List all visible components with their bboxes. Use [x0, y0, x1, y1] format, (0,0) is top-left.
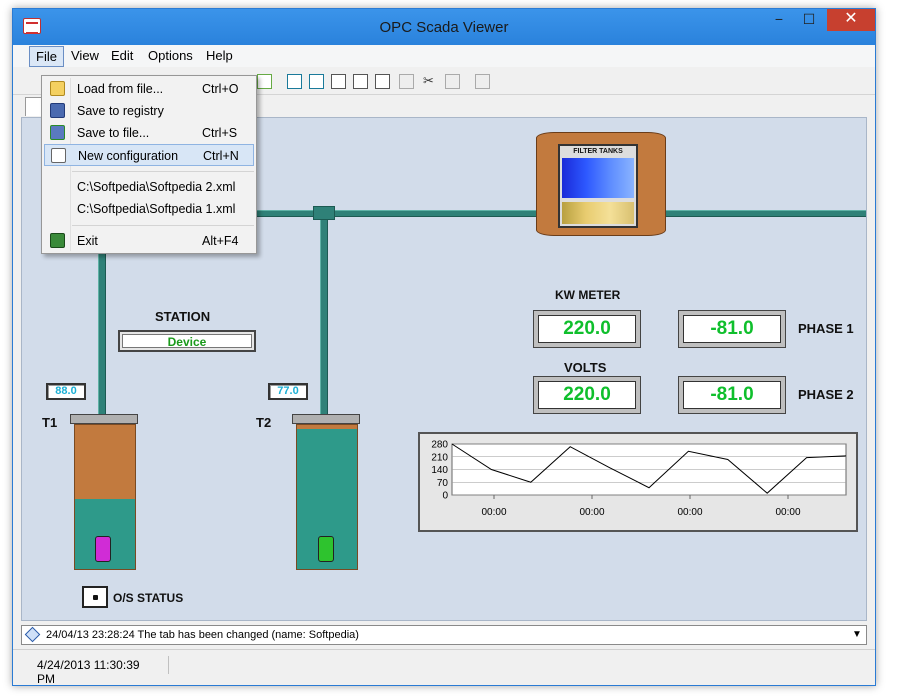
t2-pump-icon [318, 536, 334, 562]
close-button[interactable]: ✕ [827, 9, 875, 31]
chart-y-tick-label: 140 [431, 465, 448, 476]
kw-phase-value: -81.0 [683, 315, 781, 343]
info-diamond-icon [24, 626, 41, 643]
t2-label: T2 [256, 415, 272, 430]
chart-y-tick-label: 70 [437, 478, 449, 489]
station-display: Device [118, 330, 256, 352]
menu-item-save-to-registry[interactable]: Save to registry [44, 100, 254, 122]
edit-window-icon[interactable] [353, 74, 368, 89]
chart-x-tick-label: 00:00 [677, 507, 702, 518]
edit-pencil-icon[interactable] [257, 74, 272, 89]
phase2-label: PHASE 2 [798, 387, 854, 402]
volts-value: 220.0 [538, 381, 636, 409]
filter-tank-label: FILTER TANKS [573, 148, 623, 155]
t1-readout: 88.0 [46, 383, 86, 400]
cut-icon[interactable]: ✂ [423, 74, 438, 89]
pipe-junction [313, 206, 335, 220]
save-arrow-icon [50, 125, 65, 140]
trend-chart: 280 210 140 70 0 00:00 00:00 00:00 00:00 [418, 432, 858, 532]
volts-phase-display: -81.0 [678, 376, 786, 414]
os-status-label: O/S STATUS [113, 591, 184, 605]
minimize-button[interactable]: − [765, 9, 793, 31]
volts-phase-value: -81.0 [683, 381, 781, 409]
chevron-down-icon[interactable]: ▼ [850, 627, 864, 643]
maximize-button[interactable]: ☐ [795, 9, 823, 31]
menu-edit[interactable]: Edit [111, 48, 133, 63]
t2-readout: 77.0 [268, 383, 308, 400]
log-message: 24/04/13 23:28:24 The tab has been chang… [46, 629, 359, 641]
file-menu-dropdown: Load from file... Ctrl+O Save to registr… [41, 75, 257, 254]
chart-y-tick-label: 280 [431, 440, 448, 451]
floppy-disk-icon [50, 103, 65, 118]
kw-meter-label: KW METER [555, 288, 621, 302]
menu-separator [72, 225, 254, 226]
menu-item-load-from-file[interactable]: Load from file... Ctrl+O [44, 78, 254, 100]
event-log[interactable]: 24/04/13 23:28:24 The tab has been chang… [21, 625, 867, 645]
align-icon[interactable] [475, 74, 490, 89]
filter-tank-display: FILTER TANKS [558, 144, 638, 228]
copy-icon[interactable] [399, 74, 414, 89]
chart-x-tick-label: 00:00 [481, 507, 506, 518]
cascade-icon[interactable] [375, 74, 390, 89]
t1-pump-icon [95, 536, 111, 562]
main-pipe [254, 210, 536, 217]
kw-value: 220.0 [538, 315, 636, 343]
exit-door-icon [50, 233, 65, 248]
menu-item-exit[interactable]: Exit Alt+F4 [44, 230, 254, 252]
status-bar: 4/24/2013 11:30:39 PM [13, 649, 875, 685]
chart-x-tick-label: 00:00 [775, 507, 800, 518]
folder-open-icon [50, 81, 65, 96]
menu-item-save-to-file[interactable]: Save to file... Ctrl+S [44, 122, 254, 144]
app-window: OPC Scada Viewer − ☐ ✕ File View Edit Op… [12, 8, 876, 686]
station-label: STATION [155, 309, 211, 324]
menu-item-recent-1[interactable]: C:\Softpedia\Softpedia 2.xml [44, 176, 254, 198]
paste-icon[interactable] [445, 74, 460, 89]
filter-tank: FILTER TANKS [536, 126, 666, 236]
station-value: Device [122, 334, 252, 349]
volts-label: VOLTS [564, 360, 607, 375]
kw-meter-display: 220.0 [533, 310, 641, 348]
add-panel-icon[interactable] [287, 74, 302, 89]
window-title: OPC Scada Viewer [379, 19, 509, 36]
t2-lid [292, 414, 360, 424]
menu-file[interactable]: File [29, 46, 64, 67]
menu-item-new-configuration[interactable]: New configuration Ctrl+N [44, 144, 254, 166]
t1-lid [70, 414, 138, 424]
status-datetime: 4/24/2013 11:30:39 PM [19, 656, 169, 685]
os-status-indicator[interactable] [82, 586, 108, 608]
menu-options[interactable]: Options [148, 48, 193, 63]
kw-phase-display: -81.0 [678, 310, 786, 348]
t1-label: T1 [42, 415, 58, 430]
volts-display: 220.0 [533, 376, 641, 414]
chart-y-tick-label: 210 [431, 452, 448, 463]
status-dot-icon [93, 595, 98, 600]
window-icon[interactable] [331, 74, 346, 89]
add-text-icon[interactable] [309, 74, 324, 89]
menu-view[interactable]: View [71, 48, 99, 63]
new-document-icon [51, 148, 66, 163]
chart-x-tick-label: 00:00 [579, 507, 604, 518]
menu-help[interactable]: Help [206, 48, 233, 63]
menu-separator [72, 171, 254, 172]
menu-bar: File View Edit Options Help [13, 45, 875, 67]
menu-item-recent-2[interactable]: C:\Softpedia\Softpedia 1.xml [44, 198, 254, 220]
title-bar[interactable]: OPC Scada Viewer − ☐ ✕ [13, 9, 875, 45]
phase1-label: PHASE 1 [798, 321, 854, 336]
chart-y-tick-label: 0 [442, 491, 448, 502]
main-pipe-right [666, 210, 866, 217]
trend-chart-svg: 280210 140 70 0 00:00 00:00 00:00 00:00 [431, 440, 847, 518]
